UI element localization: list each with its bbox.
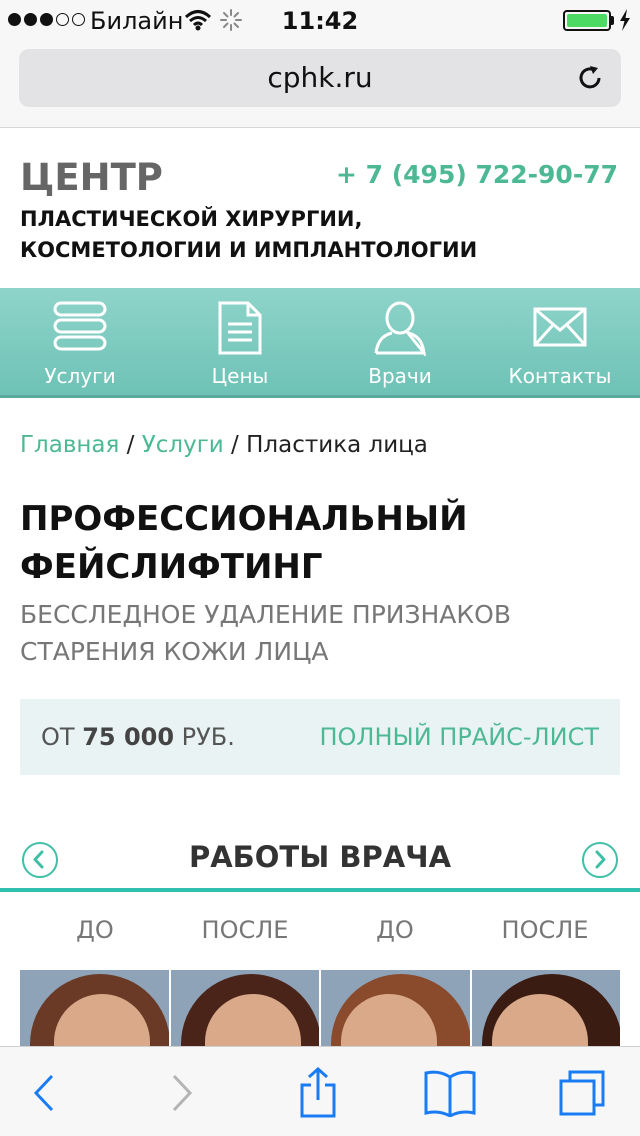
brand-subtitle-line-1: ПЛАСТИЧЕСКОЙ ХИРУРГИИ, bbox=[20, 207, 363, 231]
bookmarks-button[interactable] bbox=[420, 1067, 480, 1119]
browser-toolbar bbox=[0, 1046, 640, 1136]
photo-after[interactable] bbox=[471, 970, 620, 1050]
photo-before[interactable] bbox=[321, 970, 470, 1050]
before-after-labels: ДО ПОСЛЕ ДО ПОСЛЕ bbox=[20, 916, 620, 944]
price-amount: 75 000 bbox=[82, 723, 175, 751]
label-before: ДО bbox=[76, 916, 114, 944]
url-text[interactable]: cphk.ru bbox=[19, 61, 621, 94]
page-subtitle-line-1: БЕССЛЕДНОЕ УДАЛЕНИЕ ПРИЗНАКОВ bbox=[20, 600, 511, 629]
brand-title[interactable]: ЦЕНТР bbox=[20, 156, 163, 199]
works-next-button[interactable] bbox=[582, 842, 618, 878]
label-after: ПОСЛЕ bbox=[501, 916, 589, 944]
charging-bolt-icon bbox=[620, 9, 630, 31]
price-suffix: РУБ. bbox=[174, 723, 235, 751]
page-subtitle-line-2: СТАРЕНИЯ КОЖИ ЛИЦА bbox=[20, 637, 329, 666]
nav-item-services[interactable]: Услуги bbox=[0, 288, 160, 395]
nav-label: Услуги bbox=[44, 364, 116, 388]
reload-icon[interactable] bbox=[575, 63, 605, 93]
browser-address-area: cphk.ru bbox=[0, 40, 640, 128]
price-box: ОТ 75 000 РУБ. ПОЛНЫЙ ПРАЙС-ЛИСТ bbox=[20, 699, 620, 775]
bookmarks-icon bbox=[424, 1070, 476, 1117]
phone-link[interactable]: + 7 (495) 722-90-77 bbox=[336, 160, 618, 189]
back-icon bbox=[33, 1074, 54, 1112]
nav-item-doctors[interactable]: Врачи bbox=[320, 288, 480, 395]
label-after: ПОСЛЕ bbox=[201, 916, 289, 944]
nav-label: Цены bbox=[211, 364, 269, 388]
tabs-button[interactable] bbox=[552, 1067, 612, 1119]
price-prefix: ОТ bbox=[41, 723, 83, 751]
status-bar: Билайн 11:42 bbox=[0, 0, 640, 40]
tabs-icon bbox=[559, 1070, 605, 1116]
battery-icon bbox=[563, 10, 611, 31]
brand-subtitle: ПЛАСТИЧЕСКОЙ ХИРУРГИИ, КОСМЕТОЛОГИИ И ИМ… bbox=[20, 204, 520, 266]
breadcrumb: Главная / Услуги / Пластика лица bbox=[20, 432, 428, 458]
breadcrumb-current: Пластика лица bbox=[246, 432, 428, 458]
share-icon bbox=[300, 1067, 336, 1118]
chevron-right-icon bbox=[595, 850, 606, 869]
breadcrumb-services[interactable]: Услуги bbox=[142, 432, 224, 458]
breadcrumb-home[interactable]: Главная bbox=[20, 432, 119, 458]
label-before: ДО bbox=[376, 916, 414, 944]
back-button[interactable] bbox=[14, 1067, 74, 1119]
list-icon bbox=[53, 301, 107, 351]
nav-item-prices[interactable]: Цены bbox=[160, 288, 320, 395]
address-bar[interactable]: cphk.ru bbox=[19, 49, 621, 107]
page-title: ПРОФЕССИОНАЛЬНЫЙ ФЕЙСЛИФТИНГ bbox=[20, 495, 620, 591]
page-title-line-1: ПРОФЕССИОНАЛЬНЫЙ bbox=[20, 499, 468, 539]
document-icon bbox=[218, 301, 262, 355]
price-from: ОТ 75 000 РУБ. bbox=[41, 723, 235, 751]
person-icon bbox=[374, 301, 426, 356]
nav-label: Врачи bbox=[368, 364, 432, 388]
doctor-works-header: РАБОТЫ ВРАЧА bbox=[0, 830, 640, 890]
main-nav: Услуги Цены Врачи Контакты bbox=[0, 288, 640, 398]
clock: 11:42 bbox=[281, 7, 359, 35]
breadcrumb-separator: / bbox=[223, 432, 247, 458]
photo-after[interactable] bbox=[170, 970, 319, 1050]
works-title: РАБОТЫ ВРАЧА bbox=[188, 840, 452, 874]
page-subtitle: БЕССЛЕДНОЕ УДАЛЕНИЕ ПРИЗНАКОВ СТАРЕНИЯ К… bbox=[20, 596, 620, 670]
nav-label: Контакты bbox=[508, 364, 612, 388]
forward-icon bbox=[172, 1074, 193, 1112]
brand-subtitle-line-2: КОСМЕТОЛОГИИ И ИМПЛАНТОЛОГИИ bbox=[20, 238, 478, 262]
forward-button[interactable] bbox=[152, 1067, 212, 1119]
page-title-line-2: ФЕЙСЛИФТИНГ bbox=[20, 547, 323, 587]
nav-item-contacts[interactable]: Контакты bbox=[480, 288, 640, 395]
share-button[interactable] bbox=[288, 1067, 348, 1119]
breadcrumb-separator: / bbox=[119, 432, 142, 458]
full-price-list-link[interactable]: ПОЛНЫЙ ПРАЙС-ЛИСТ bbox=[319, 723, 599, 751]
before-after-photos bbox=[20, 970, 620, 1050]
battery-tip bbox=[611, 16, 614, 25]
envelope-icon bbox=[533, 307, 587, 347]
works-divider bbox=[0, 888, 640, 892]
photo-before[interactable] bbox=[20, 970, 169, 1050]
